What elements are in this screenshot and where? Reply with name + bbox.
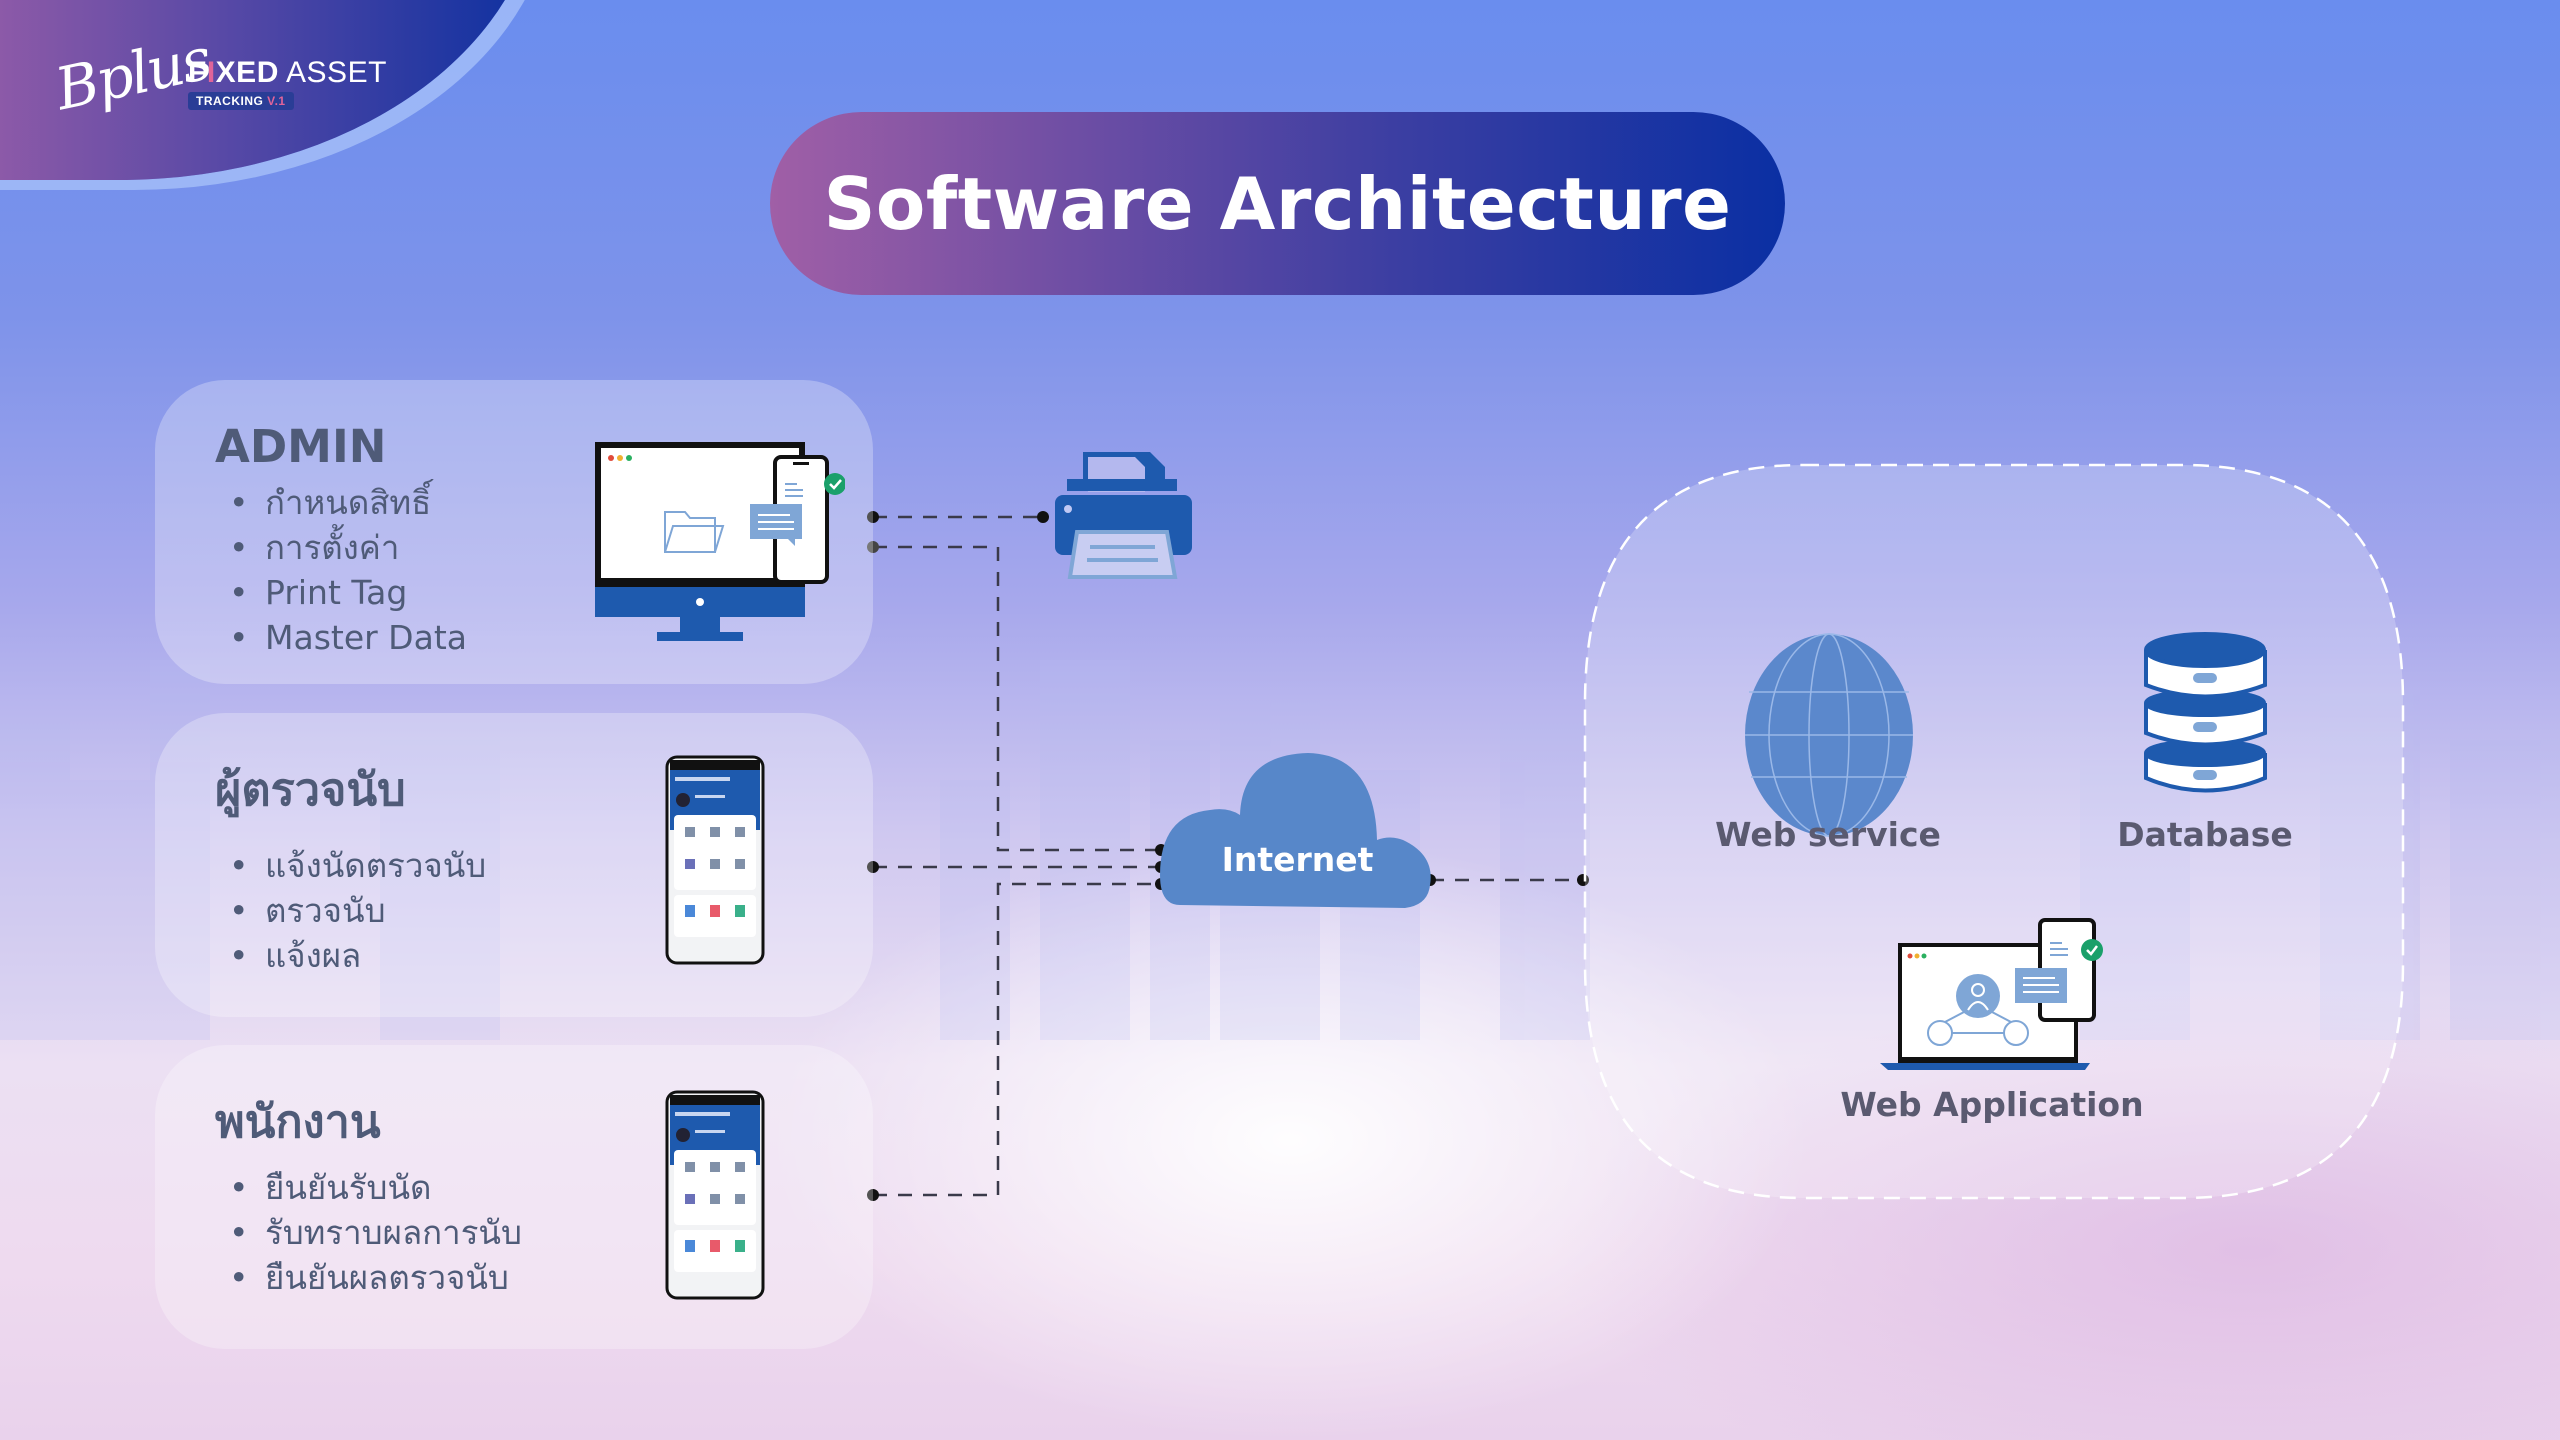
product-name-accent: I xyxy=(206,56,216,89)
internet-cloud-icon xyxy=(1160,753,1431,908)
role-items: ยืนยันรับนัด รับทราบผลการนับ ยืนยันผลตรว… xyxy=(225,1165,522,1300)
product-subtitle-badge: TRACKING V.1 xyxy=(188,92,294,110)
page-title: Software Architecture xyxy=(823,161,1732,246)
product-subtitle: TRACKING xyxy=(196,94,264,108)
wire-admin-internet xyxy=(873,545,1160,852)
role-item: แจ้งผล xyxy=(229,933,486,978)
product-name-bold: XED xyxy=(215,56,279,89)
role-card-staff: พนักงาน ยืนยันรับนัด รับทราบผลการนับ ยืน… xyxy=(155,1045,873,1349)
role-item: ตรวจนับ xyxy=(229,888,486,933)
role-items: แจ้งนัดตรวจนับ ตรวจนับ แจ้งผล xyxy=(225,843,486,978)
wire-staff-internet xyxy=(873,882,1160,1197)
wire-dot xyxy=(1037,511,1049,523)
web-service-globe-icon xyxy=(1745,633,1913,837)
role-card-auditor: ผู้ตรวจนับ แจ้งนัดตรวจนับ ตรวจนับ แจ้งผล xyxy=(155,713,873,1017)
web-application-icon xyxy=(1880,918,2103,1070)
role-item: Print Tag xyxy=(229,570,467,615)
role-item: ยืนยันผลตรวจนับ xyxy=(229,1255,522,1300)
mobile-app-icon xyxy=(665,755,765,965)
role-card-admin: ADMIN กำหนดสิทธิ์ การตั้งค่า Print Tag M… xyxy=(155,380,873,684)
product-name: FIXED ASSET xyxy=(188,56,387,90)
product-name-prefix: F xyxy=(188,56,207,89)
role-items: กำหนดสิทธิ์ การตั้งค่า Print Tag Master … xyxy=(225,480,467,660)
database-icon xyxy=(2144,632,2267,793)
role-heading: ผู้ตรวจนับ xyxy=(215,763,406,816)
title-pill: Software Architecture xyxy=(770,112,1785,295)
role-item: กำหนดสิทธิ์ xyxy=(229,480,467,525)
web-service-label: Web service xyxy=(1715,815,1941,854)
mobile-app-icon xyxy=(665,1090,765,1300)
role-item: รับทราบผลการนับ xyxy=(229,1210,522,1255)
database-label: Database xyxy=(2117,815,2293,854)
role-item: ยืนยันรับนัด xyxy=(229,1165,522,1210)
role-item: การตั้งค่า xyxy=(229,525,467,570)
product-name-rest: ASSET xyxy=(278,56,387,89)
product-version: V.1 xyxy=(267,94,286,108)
desktop-phone-icon xyxy=(595,442,845,641)
printer-icon xyxy=(1055,452,1192,579)
role-heading: พนักงาน xyxy=(215,1095,381,1148)
web-application-label: Web Application xyxy=(1840,1085,2144,1124)
role-item: แจ้งนัดตรวจนับ xyxy=(229,843,486,888)
internet-label: Internet xyxy=(1221,840,1374,879)
role-heading: ADMIN xyxy=(215,420,387,473)
role-item: Master Data xyxy=(229,615,467,660)
